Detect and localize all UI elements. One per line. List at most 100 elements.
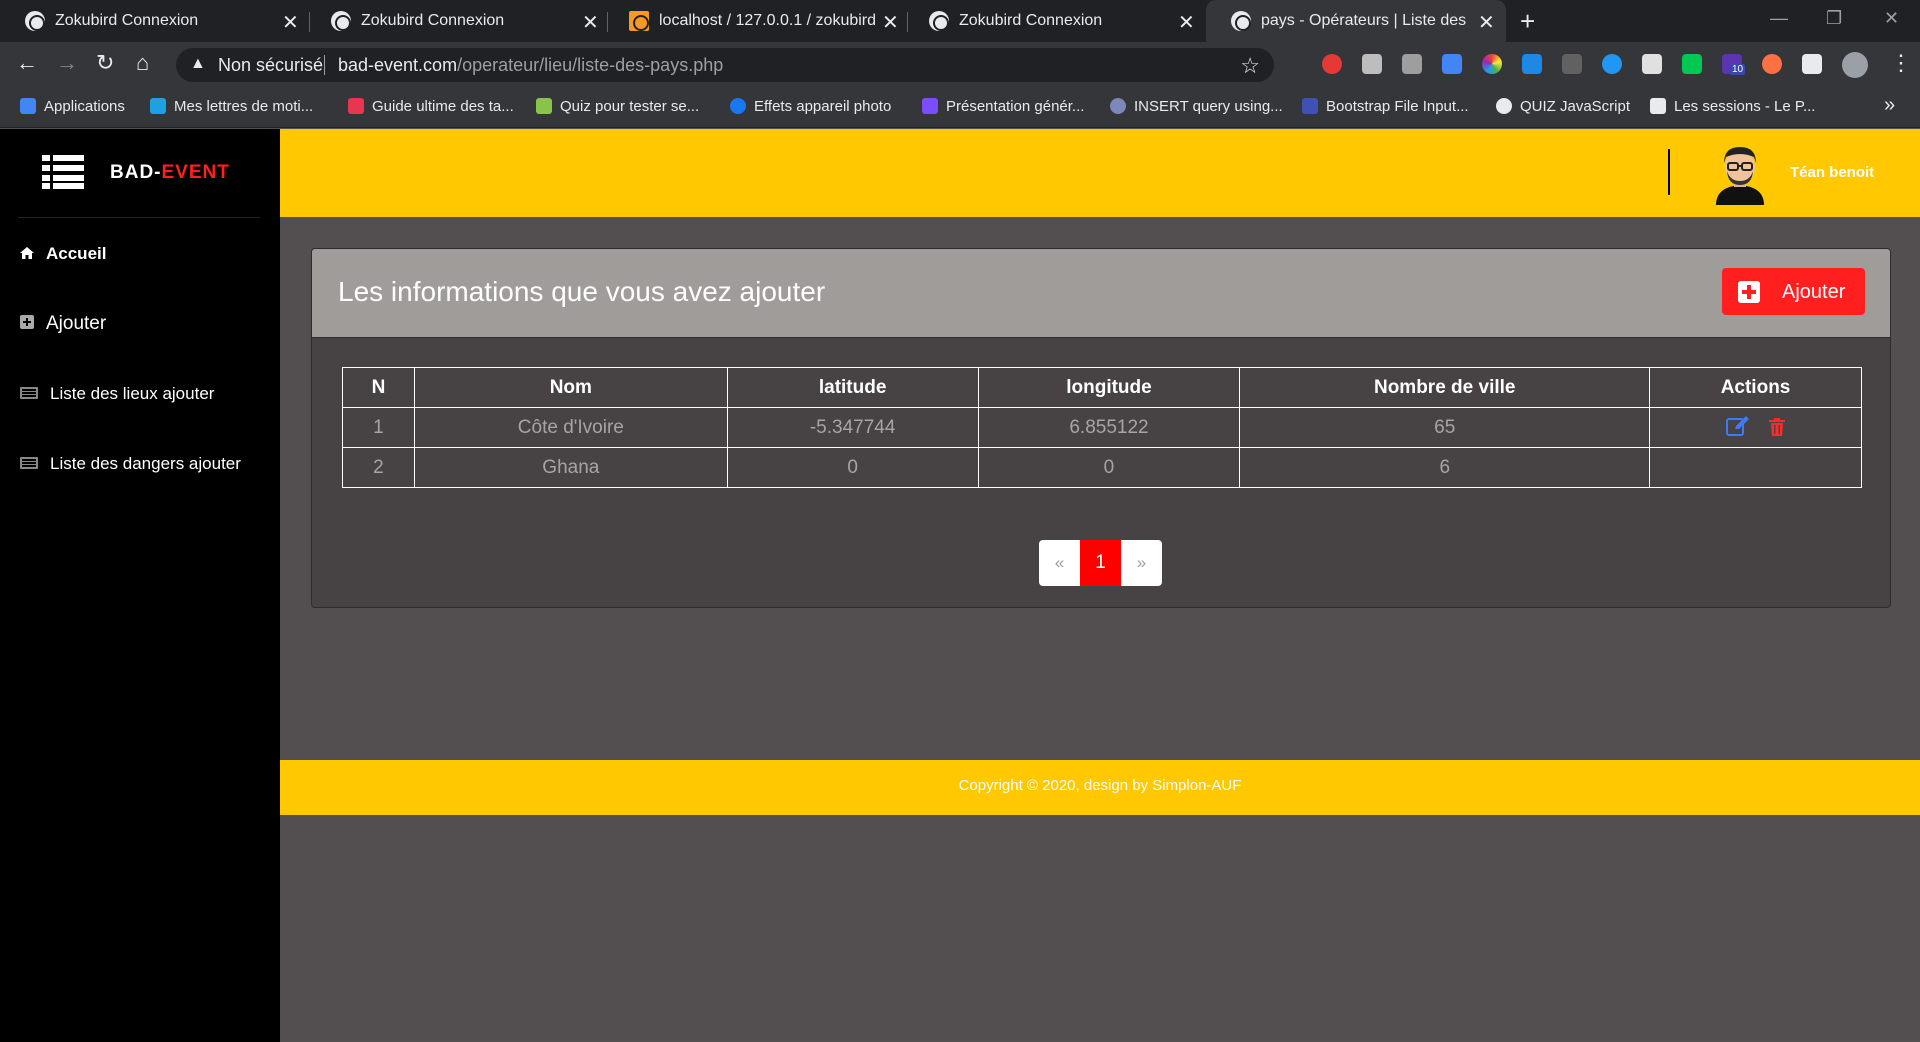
close-tab-icon[interactable]: ✕ — [882, 10, 899, 35]
sidebar: BAD-EVENT Accueil Ajouter Liste des lieu… — [0, 129, 280, 1042]
pagination: « 1 » — [1039, 540, 1162, 586]
column-header: Nom — [413, 367, 728, 408]
bookmark-item[interactable]: Présentation génér... — [922, 98, 1084, 115]
forward-icon[interactable]: → — [56, 50, 78, 76]
phpmyadmin-icon — [629, 11, 649, 31]
tab-title: pays - Opérateurs | Liste des info — [1261, 12, 1471, 29]
browser-tab[interactable]: Zokubird Connexion ✕ — [904, 0, 1204, 42]
browser-tab-active[interactable]: pays - Opérateurs | Liste des info ✕ — [1206, 0, 1506, 42]
cell-villes: 65 — [1239, 407, 1651, 448]
minimize-icon[interactable]: — — [1770, 8, 1788, 29]
bookmark-label: INSERT query using... — [1134, 98, 1283, 115]
list-icon — [20, 454, 38, 469]
address-bar[interactable]: ▲ Non sécurisé bad-event.com/operateur/l… — [176, 48, 1274, 82]
puzzle-icon[interactable] — [1802, 54, 1822, 74]
extension-color-icon[interactable] — [1482, 54, 1502, 74]
pagination-prev[interactable]: « — [1039, 540, 1080, 586]
bookmark-item[interactable]: Bootstrap File Input... — [1302, 98, 1469, 115]
add-button-label: Ajouter — [1782, 281, 1846, 303]
bookmark-item[interactable]: QUIZ JavaScript — [1496, 98, 1630, 115]
extension-icon[interactable] — [1362, 54, 1382, 74]
user-avatar[interactable] — [1710, 141, 1770, 205]
pagination-page-current[interactable]: 1 — [1080, 540, 1121, 586]
bookmark-item[interactable]: Les sessions - Le P... — [1650, 98, 1815, 115]
sidebar-item-lieux[interactable]: Liste des lieux ajouter — [20, 384, 214, 404]
table-row: 2 Ghana 0 0 6 — [342, 447, 1862, 488]
home-icon[interactable]: ⌂ — [136, 50, 149, 76]
browser-tab[interactable]: localhost / 127.0.0.1 / zokubird / ✕ — [604, 0, 904, 42]
bookmark-item[interactable]: Quiz pour tester se... — [536, 98, 699, 115]
bookmark-item[interactable]: Guide ultime des ta... — [348, 98, 514, 115]
bookmarks-bar: Applications Mes lettres de moti... Guid… — [0, 88, 1920, 128]
browser-tab[interactable]: Zokubird Connexion ✕ — [0, 0, 306, 42]
close-window-icon[interactable]: ✕ — [1884, 8, 1899, 29]
browser-tab-strip: Zokubird Connexion ✕ Zokubird Connexion … — [0, 0, 1920, 42]
sidebar-item-dangers[interactable]: Liste des dangers ajouter — [20, 454, 241, 474]
close-tab-icon[interactable]: ✕ — [582, 10, 599, 35]
extension-icon[interactable] — [1642, 54, 1662, 74]
pagination-next[interactable]: » — [1121, 540, 1162, 586]
footer: Copyright © 2020, design by Simplon-AUF — [280, 760, 1920, 815]
cell-longitude: 6.855122 — [977, 407, 1241, 448]
browser-toolbar: ← → ↻ ⌂ ▲ Non sécurisé bad-event.com/ope… — [0, 42, 1920, 88]
cell-actions — [1649, 407, 1862, 448]
globe-icon — [1231, 11, 1251, 31]
bookmark-item[interactable]: Mes lettres de moti... — [150, 98, 313, 115]
extension-badge-icon[interactable]: 10 — [1722, 54, 1746, 75]
menu-toggle-icon[interactable] — [42, 155, 84, 189]
brand-logo[interactable]: BAD-EVENT — [110, 162, 230, 184]
table-row: 1 Côte d'Ivoire -5.347744 6.855122 65 — [342, 407, 1862, 448]
edit-icon[interactable] — [1725, 416, 1750, 436]
check-icon — [1650, 98, 1666, 114]
sidebar-item-ajouter[interactable]: Ajouter — [20, 313, 106, 335]
bookmark-item[interactable]: INSERT query using... — [1110, 98, 1283, 115]
close-tab-icon[interactable]: ✕ — [1178, 10, 1195, 35]
url-host: bad-event.com — [338, 55, 458, 75]
url-text[interactable]: bad-event.com/operateur/lieu/liste-des-p… — [338, 55, 723, 76]
profile-avatar[interactable] — [1842, 52, 1868, 78]
back-icon[interactable]: ← — [16, 50, 38, 76]
list-icon — [20, 384, 38, 399]
new-tab-button[interactable]: + — [1520, 6, 1535, 37]
brand-main: BAD- — [110, 162, 162, 183]
restore-icon[interactable]: ❐ — [1826, 8, 1842, 29]
extension-icon[interactable] — [1762, 54, 1782, 74]
tab-title: Zokubird Connexion — [361, 12, 505, 29]
sidebar-item-accueil[interactable]: Accueil — [20, 244, 106, 264]
cell-latitude: 0 — [726, 447, 979, 488]
extension-icon[interactable] — [1602, 54, 1622, 74]
bookmark-label: Quiz pour tester se... — [560, 98, 700, 115]
user-name[interactable]: Téan benoit — [1790, 164, 1874, 181]
bookmark-item[interactable]: Effets appareil photo — [730, 98, 891, 115]
bookmark-item[interactable]: Applications — [20, 98, 125, 115]
extension-icon[interactable] — [1402, 54, 1422, 74]
bookmark-star-icon[interactable]: ☆ — [1240, 53, 1260, 79]
bookmark-label: Les sessions - Le P... — [1674, 98, 1816, 115]
sidebar-item-label: Ajouter — [46, 313, 107, 334]
more-bookmarks-icon[interactable]: » — [1884, 94, 1895, 117]
trash-icon[interactable] — [1769, 418, 1786, 436]
bookmark-label: Guide ultime des ta... — [372, 98, 514, 115]
close-tab-icon[interactable]: ✕ — [1478, 10, 1495, 35]
extension-pen-icon[interactable] — [1522, 54, 1542, 74]
warning-icon[interactable]: ▲ — [190, 55, 206, 73]
globe-icon — [929, 11, 949, 31]
browser-tab[interactable]: Zokubird Connexion ✕ — [306, 0, 604, 42]
reload-icon[interactable]: ↻ — [96, 50, 114, 76]
nj-icon — [150, 98, 166, 114]
php-icon — [1110, 98, 1126, 114]
extension-translate-icon[interactable] — [1442, 54, 1462, 74]
globe-icon — [1496, 98, 1512, 114]
extension-icon[interactable] — [1682, 54, 1702, 74]
bookmark-label: Applications — [44, 98, 125, 115]
add-button[interactable]: Ajouter — [1722, 268, 1865, 315]
extension-adblock-icon[interactable] — [1322, 54, 1342, 74]
kebab-menu-icon[interactable]: ⋮ — [1890, 50, 1912, 76]
cell-actions — [1649, 447, 1862, 488]
mdb-icon — [1302, 98, 1318, 114]
plus-square-icon — [20, 313, 34, 329]
globe-icon — [331, 11, 351, 31]
security-label[interactable]: Non sécurisé — [218, 55, 323, 76]
close-tab-icon[interactable]: ✕ — [282, 10, 299, 35]
extension-icon[interactable] — [1562, 54, 1582, 74]
